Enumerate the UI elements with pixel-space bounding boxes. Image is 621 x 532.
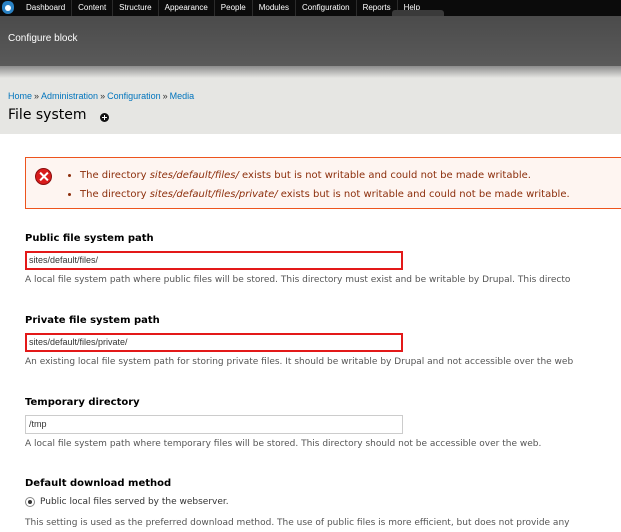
download-method-item: Default download method Public local fil… <box>25 478 621 528</box>
error-item: The directory sites/default/files/ exist… <box>80 166 570 185</box>
overlay-title: Configure block <box>8 33 78 44</box>
private-path-description: An existing local file system path for s… <box>25 356 574 367</box>
toolbar-item-appearance[interactable]: Appearance <box>157 0 214 16</box>
temp-dir-input[interactable] <box>25 414 403 434</box>
toolbar-item-dashboard[interactable]: Dashboard <box>20 0 71 16</box>
error-path: sites/default/files/private/ <box>149 189 278 200</box>
public-path-description: A local file system path where public fi… <box>25 274 571 285</box>
breadcrumb-separator: » <box>162 91 168 101</box>
drupal-drop-icon[interactable] <box>2 1 14 14</box>
public-files-radio-label[interactable]: Public local files served by the webserv… <box>40 497 229 507</box>
page-title: File system <box>8 107 87 123</box>
add-shortcut-icon[interactable] <box>100 113 109 122</box>
breadcrumb-administration[interactable]: Administration <box>41 91 98 101</box>
toolbar-item-structure[interactable]: Structure <box>112 0 157 16</box>
public-path-input[interactable] <box>25 250 403 270</box>
download-method-description: This setting is used as the preferred do… <box>25 518 570 528</box>
public-path-label: Public file system path <box>25 233 154 244</box>
temp-dir-item: Temporary directory A local file system … <box>25 397 621 449</box>
breadcrumb: Home» Administration» Configuration» Media <box>8 91 194 101</box>
toolbar-menu: Dashboard Content Structure Appearance P… <box>20 0 426 16</box>
download-method-option[interactable]: Public local files served by the webserv… <box>25 497 621 507</box>
admin-toolbar: Dashboard Content Structure Appearance P… <box>0 0 621 16</box>
error-messages: The directory sites/default/files/ exist… <box>25 157 621 209</box>
overlay-shadow <box>0 66 621 78</box>
error-list: The directory sites/default/files/ exist… <box>68 166 570 204</box>
breadcrumb-separator: » <box>100 91 106 101</box>
toolbar-item-people[interactable]: People <box>213 0 252 16</box>
private-path-input[interactable] <box>25 332 403 352</box>
error-icon <box>35 168 52 185</box>
error-item: The directory sites/default/files/privat… <box>80 185 570 204</box>
breadcrumb-home[interactable]: Home <box>8 91 32 101</box>
private-path-item: Private file system path An existing loc… <box>25 315 621 367</box>
breadcrumb-media[interactable]: Media <box>170 91 195 101</box>
public-path-item: Public file system path A local file sys… <box>25 233 621 285</box>
download-method-label: Default download method <box>25 478 172 489</box>
page-header: Home» Administration» Configuration» Media … <box>0 78 621 134</box>
toolbar-item-content[interactable]: Content <box>71 0 112 16</box>
temp-dir-label: Temporary directory <box>25 397 140 408</box>
public-files-radio[interactable] <box>25 497 35 507</box>
toolbar-item-modules[interactable]: Modules <box>251 0 295 16</box>
temp-dir-description: A local file system path where temporary… <box>25 438 542 449</box>
error-text: The directory <box>80 189 150 200</box>
breadcrumb-configuration[interactable]: Configuration <box>107 91 161 101</box>
error-text: exists but is not writable and could not… <box>238 170 531 181</box>
breadcrumb-separator: » <box>34 91 40 101</box>
overlay-title-bar: Configure block <box>0 16 621 66</box>
toolbar-item-configuration[interactable]: Configuration <box>294 0 356 16</box>
error-text: exists but is not writable and could not… <box>277 189 570 200</box>
error-path: sites/default/files/ <box>149 170 239 181</box>
error-text: The directory <box>80 170 150 181</box>
private-path-label: Private file system path <box>25 315 160 326</box>
toolbar-item-reports[interactable]: Reports <box>355 0 397 16</box>
